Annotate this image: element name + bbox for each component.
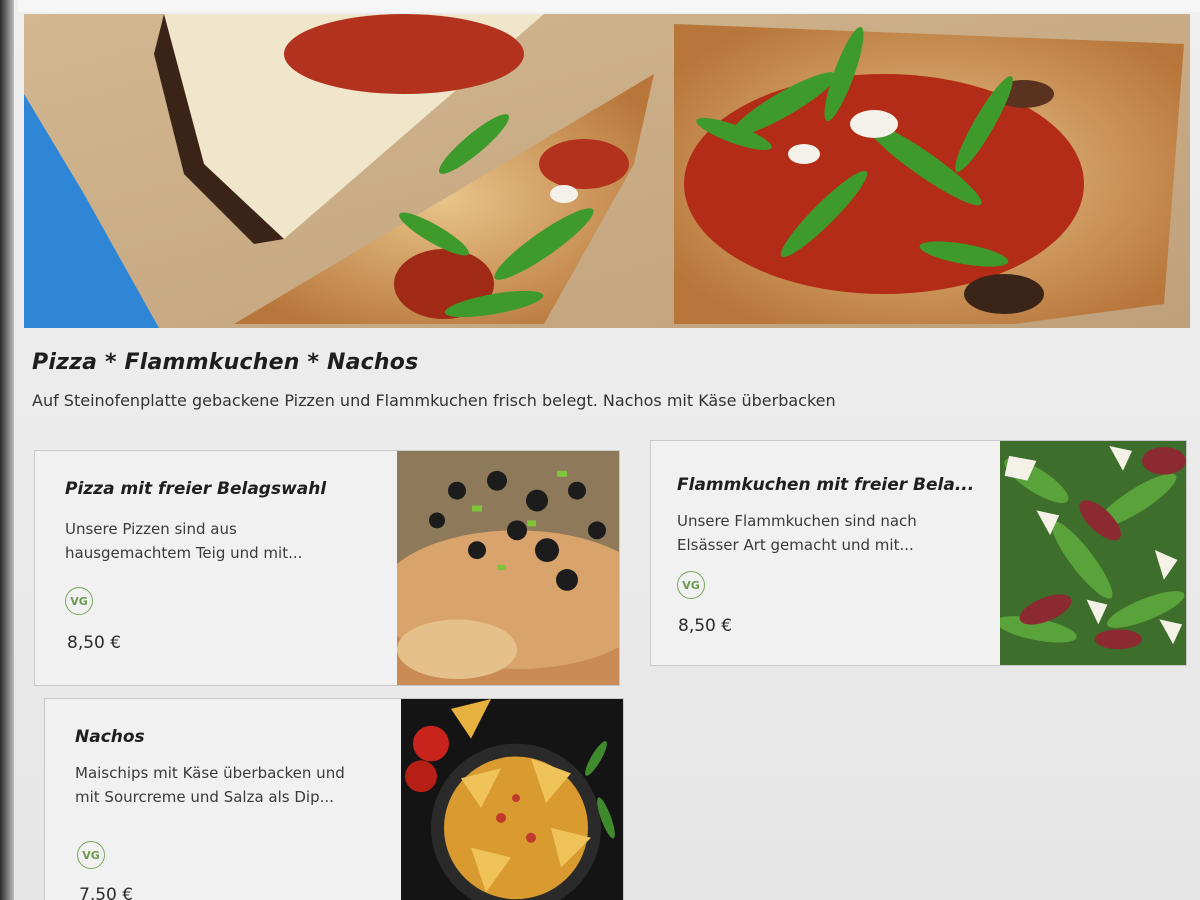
product-description: Unsere Pizzen sind aus hausgemachtem Tei… [65,520,303,562]
category-title: Pizza * Flammkuchen * Nachos [32,350,419,375]
product-title: Pizza mit freier Belagswahl [65,479,327,499]
product-price: 8,50 € [678,616,733,636]
category-description: Auf Steinofenplatte gebackene Pizzen und… [32,391,836,410]
product-card-pizza[interactable]: Pizza mit freier Belagswahl Unsere Pizze… [34,450,620,686]
product-card-flammkuchen[interactable]: Flammkuchen mit freier Bela... Unsere Fl… [650,440,1187,666]
product-title: Nachos [75,727,145,747]
vegetarian-badge-icon: VG [677,571,705,599]
product-description: Unsere Flammkuchen sind nach Elsässer Ar… [677,512,917,554]
vegetarian-badge-icon: VG [65,587,93,615]
product-price: 7,50 € [79,885,134,900]
hero-banner-image [24,14,1190,328]
pizza-olives-photo [397,451,619,685]
product-image [397,451,619,685]
product-image [1000,441,1186,665]
product-card-nachos[interactable]: Nachos Maischips mit Käse überbacken und… [44,698,624,900]
flammkuchen-arugula-photo [1000,441,1186,665]
product-price: 8,50 € [67,633,122,653]
product-card-body: Flammkuchen mit freier Bela... Unsere Fl… [651,441,1000,665]
menu-page: Pizza * Flammkuchen * Nachos Auf Steinof… [0,0,1200,900]
product-image [401,699,623,900]
pizza-banner-photo [24,14,1190,328]
product-description: Maischips mit Käse überbacken und mit So… [75,764,345,806]
product-card-body: Nachos Maischips mit Käse überbacken und… [45,699,401,900]
top-edge [18,0,1200,12]
vegetarian-badge-icon: VG [77,841,105,869]
product-title: Flammkuchen mit freier Bela... [677,475,975,495]
nachos-photo [401,699,623,900]
product-card-body: Pizza mit freier Belagswahl Unsere Pizze… [35,451,397,685]
